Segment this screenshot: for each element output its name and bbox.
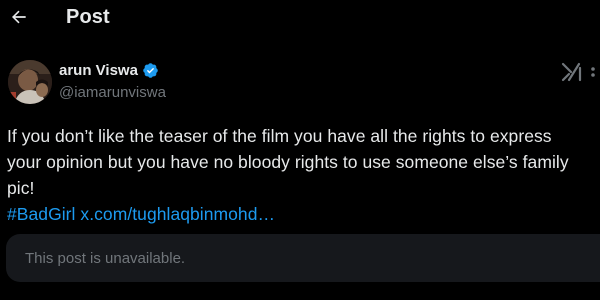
post-text-line-1: If you don’t like the teaser of the film… [7, 126, 552, 146]
url-link[interactable]: x.com/tughlaqbinmohd… [80, 204, 275, 224]
avatar[interactable] [8, 60, 52, 104]
author-name[interactable]: arun Viswa [59, 62, 138, 79]
post-body: If you don’t like the teaser of the film… [7, 123, 600, 227]
grok-icon[interactable] [561, 62, 583, 82]
avatar-image [8, 60, 52, 104]
verified-badge-icon [143, 63, 158, 78]
hashtag-link[interactable]: #BadGirl [7, 204, 76, 224]
author-handle[interactable]: @iamarunviswa [59, 84, 166, 101]
back-button[interactable] [6, 4, 32, 30]
post-text-line-3: pic! [7, 178, 35, 198]
post-page: Post arun Viswa @iamarunviswa If you don… [0, 0, 600, 300]
author-name-row: arun Viswa [59, 62, 159, 79]
page-title: Post [66, 6, 110, 28]
quoted-post-card: This post is unavailable. [6, 234, 600, 282]
post-links-line: #BadGirl x.com/tughlaqbinmohd… [7, 201, 600, 227]
post-text-line-2: your opinion but you have no bloody righ… [7, 152, 569, 172]
arrow-left-icon [12, 10, 26, 24]
unavailable-message: This post is unavailable. [25, 249, 186, 267]
top-bar: Post [0, 0, 600, 38]
more-options-icon[interactable] [590, 64, 596, 82]
